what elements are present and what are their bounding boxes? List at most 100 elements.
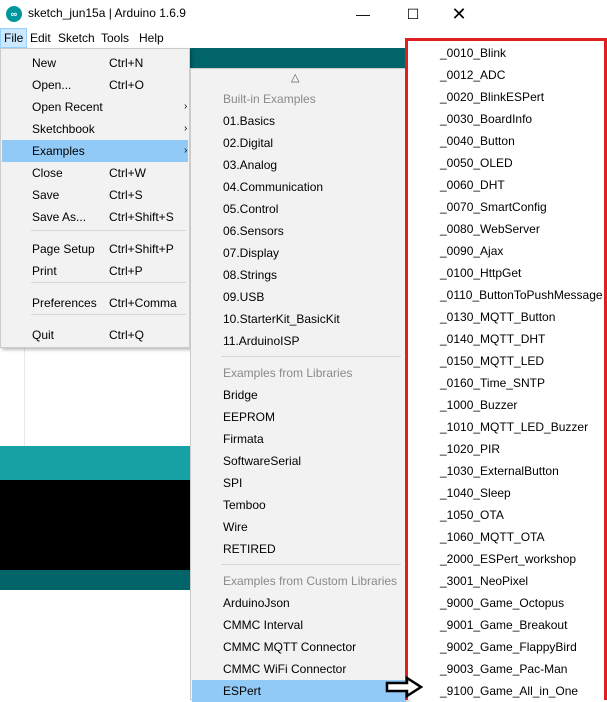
examples-item-11-arduinoisp[interactable]: 11.ArduinoISP <box>192 330 406 352</box>
examples-item-03-analog[interactable]: 03.Analog <box>192 154 406 176</box>
menu-item-shortcut: Ctrl+P <box>109 264 143 278</box>
menu-separator <box>221 356 401 357</box>
file-menu-item-save-as[interactable]: Save As... Ctrl+Shift+S <box>2 206 188 228</box>
espert-item-1060-mqtt-ota[interactable]: _1060_MQTT_OTA <box>408 526 604 548</box>
espert-submenu: _0010_Blink _0012_ADC _0020_BlinkESPert _00… <box>405 38 607 700</box>
menu-item-label: Preferences <box>32 296 97 310</box>
examples-item-softwareserial[interactable]: SoftwareSerial <box>192 450 406 472</box>
window-title: sketch_jun15a | Arduino 1.6.9 <box>28 6 186 20</box>
examples-item-02-digital[interactable]: 02.Digital <box>192 132 406 154</box>
espert-item-0150-mqtt-led[interactable]: _0150_MQTT_LED <box>408 350 604 372</box>
menu-item-shortcut: Ctrl+Comma <box>109 296 177 310</box>
espert-item-0060-dht[interactable]: _0060_DHT <box>408 174 604 196</box>
espert-item-3001-neopixel[interactable]: _3001_NeoPixel <box>408 570 604 592</box>
examples-item-arduinojson[interactable]: ArduinoJson <box>192 592 406 614</box>
espert-item-0110-buttontopushmessage[interactable]: _0110_ButtonToPushMessage <box>408 284 604 306</box>
menu-item-label: Close <box>32 166 63 180</box>
espert-item-0040-button[interactable]: _0040_Button <box>408 130 604 152</box>
examples-item-04-communication[interactable]: 04.Communication <box>192 176 406 198</box>
examples-item-espert[interactable]: ESPert <box>192 680 406 702</box>
menu-item-shortcut: Ctrl+N <box>109 56 144 70</box>
examples-item-wire[interactable]: Wire <box>192 516 406 538</box>
file-menu-item-sketchbook[interactable]: Sketchbook › <box>2 118 188 140</box>
file-menu-item-save[interactable]: Save Ctrl+S <box>2 184 188 206</box>
espert-item-0100-httpget[interactable]: _0100_HttpGet <box>408 262 604 284</box>
examples-item-temboo[interactable]: Temboo <box>192 494 406 516</box>
file-menu-item-close[interactable]: Close Ctrl+W <box>2 162 188 184</box>
menu-item-label: Examples <box>32 144 85 158</box>
espert-item-0020-blinkespert[interactable]: _0020_BlinkESPert <box>408 86 604 108</box>
menu-item-label: Page Setup <box>32 242 95 256</box>
espert-item-1010-mqtt-led-buzzer[interactable]: _1010_MQTT_LED_Buzzer <box>408 416 604 438</box>
arduino-logo-icon: ∞ <box>6 6 22 22</box>
espert-item-2000-espert-workshop[interactable]: _2000_ESPert_workshop <box>408 548 604 570</box>
menu-item-label: Save As... <box>32 210 87 224</box>
examples-item-06-sensors[interactable]: 06.Sensors <box>192 220 406 242</box>
chevron-right-icon: › <box>184 101 188 112</box>
file-menu-item-examples[interactable]: Examples › <box>2 140 188 162</box>
file-menu-item-quit[interactable]: Quit Ctrl+Q <box>2 324 188 346</box>
espert-item-0090-ajax[interactable]: _0090_Ajax <box>408 240 604 262</box>
espert-item-1000-buzzer[interactable]: _1000_Buzzer <box>408 394 604 416</box>
code-editor[interactable] <box>0 348 190 446</box>
menu-separator <box>31 314 186 315</box>
menu-help[interactable]: Help <box>136 28 167 48</box>
espert-item-0050-oled[interactable]: _0050_OLED <box>408 152 604 174</box>
file-menu: New Ctrl+N Open... Ctrl+O Open Recent › Sketch… <box>0 48 190 348</box>
espert-item-0012-adc[interactable]: _0012_ADC <box>408 64 604 86</box>
menu-item-label: Open Recent <box>32 100 103 114</box>
espert-item-9001-game-breakout[interactable]: _9001_Game_Breakout <box>408 614 604 636</box>
menu-separator <box>31 230 186 231</box>
examples-item-firmata[interactable]: Firmata <box>192 428 406 450</box>
espert-item-9002-game-flappybird[interactable]: _9002_Game_FlappyBird <box>408 636 604 658</box>
examples-item-08-strings[interactable]: 08.Strings <box>192 264 406 286</box>
espert-item-0080-webserver[interactable]: _0080_WebServer <box>408 218 604 240</box>
menu-item-label: Open... <box>32 78 72 92</box>
menu-file[interactable]: File <box>0 28 28 48</box>
examples-item-09-usb[interactable]: 09.USB <box>192 286 406 308</box>
examples-item-spi[interactable]: SPI <box>192 472 406 494</box>
menu-edit[interactable]: Edit <box>27 28 54 48</box>
examples-item-07-display[interactable]: 07.Display <box>192 242 406 264</box>
file-menu-item-print[interactable]: Print Ctrl+P <box>2 260 188 282</box>
examples-item-cmmc-mqtt-connector[interactable]: CMMC MQTT Connector <box>192 636 406 658</box>
espert-item-0160-time-sntp[interactable]: _0160_Time_SNTP <box>408 372 604 394</box>
file-menu-item-page-setup[interactable]: Page Setup Ctrl+Shift+P <box>2 238 188 260</box>
espert-item-0070-smartconfig[interactable]: _0070_SmartConfig <box>408 196 604 218</box>
espert-item-1030-externalbutton[interactable]: _1030_ExternalButton <box>408 460 604 482</box>
examples-item-cmmc-wifi-connector[interactable]: CMMC WiFi Connector <box>192 658 406 680</box>
examples-item-bridge[interactable]: Bridge <box>192 384 406 406</box>
menu-item-shortcut: Ctrl+O <box>109 78 145 92</box>
examples-item-10-starterkit-basickit[interactable]: 10.StarterKit_BasicKit <box>192 308 406 330</box>
espert-item-0140-mqtt-dht[interactable]: _0140_MQTT_DHT <box>408 328 604 350</box>
file-menu-item-open-recent[interactable]: Open Recent › <box>2 96 188 118</box>
espert-item-0030-boardinfo[interactable]: _0030_BoardInfo <box>408 108 604 130</box>
espert-item-0130-mqtt-button[interactable]: _0130_MQTT_Button <box>408 306 604 328</box>
menu-tools[interactable]: Tools <box>98 28 132 48</box>
espert-item-1040-sleep[interactable]: _1040_Sleep <box>408 482 604 504</box>
espert-item-9003-game-pac-man[interactable]: _9003_Game_Pac-Man <box>408 658 604 680</box>
examples-item-retired[interactable]: RETIRED <box>192 538 406 560</box>
file-menu-item-new[interactable]: New Ctrl+N <box>2 52 188 74</box>
espert-item-0010-blink[interactable]: _0010_Blink <box>408 42 604 64</box>
menu-separator <box>31 282 186 283</box>
examples-item-eeprom[interactable]: EEPROM <box>192 406 406 428</box>
espert-item-1020-pir[interactable]: _1020_PIR <box>408 438 604 460</box>
scroll-up-arrow-icon[interactable]: △ <box>291 71 299 84</box>
file-menu-item-open[interactable]: Open... Ctrl+O <box>2 74 188 96</box>
menu-item-label: Print <box>32 264 57 278</box>
espert-item-1050-ota[interactable]: _1050_OTA <box>408 504 604 526</box>
menu-sketch[interactable]: Sketch <box>55 28 98 48</box>
espert-item-9100-game-all-in-one[interactable]: _9100_Game_All_in_One <box>408 680 604 702</box>
espert-item-9000-game-octopus[interactable]: _9000_Game_Octopus <box>408 592 604 614</box>
examples-item-cmmc-interval[interactable]: CMMC Interval <box>192 614 406 636</box>
menu-item-label: Quit <box>32 328 55 342</box>
maximize-button[interactable]: ☐ <box>390 0 436 28</box>
minimize-button[interactable]: — <box>340 0 386 28</box>
file-menu-item-preferences[interactable]: Preferences Ctrl+Comma <box>2 292 188 314</box>
examples-item-01-basics[interactable]: 01.Basics <box>192 110 406 132</box>
examples-section-header: Examples from Custom Libraries <box>223 574 398 588</box>
close-button[interactable]: ✕ <box>436 0 482 28</box>
examples-item-05-control[interactable]: 05.Control <box>192 198 406 220</box>
examples-submenu: △ Built-in Examples 01.Basics 02.Digital 03… <box>190 68 408 702</box>
